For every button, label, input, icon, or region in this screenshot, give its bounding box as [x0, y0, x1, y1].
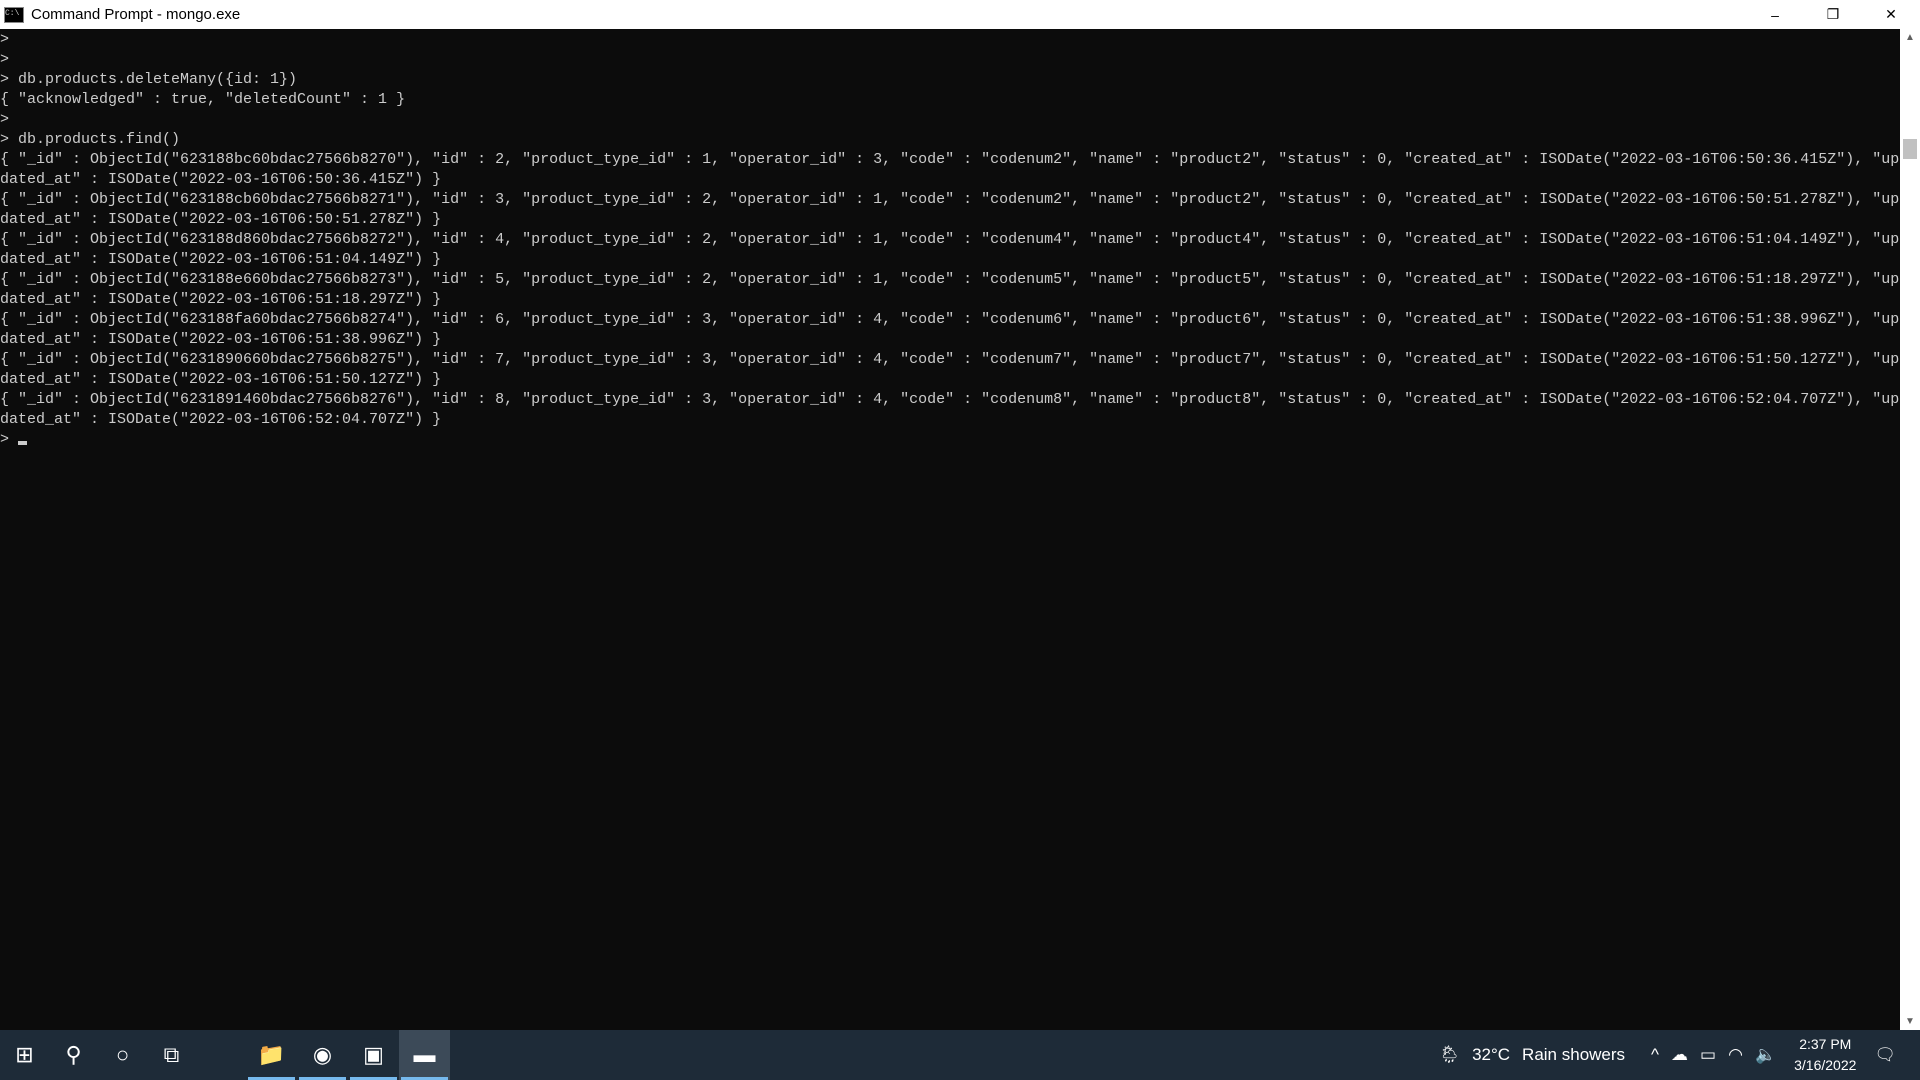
terminal-line: > — [0, 111, 10, 128]
task-view-icon: ⧉ — [163, 1042, 180, 1067]
chevron-up-icon[interactable]: ^ — [1651, 1045, 1659, 1065]
scrollbar-thumb[interactable] — [1903, 139, 1917, 159]
maximize-button[interactable]: ❐ — [1804, 0, 1862, 29]
terminal-icon: ▬ — [413, 1042, 436, 1067]
terminal-line: > — [0, 51, 10, 68]
window-icon: ▣ — [363, 1042, 384, 1067]
notification-icon[interactable]: 🗨 — [1874, 1045, 1896, 1065]
prompt-line[interactable]: > — [0, 430, 1900, 450]
prompt: > — [0, 431, 19, 448]
folder-icon: 📁 — [257, 1042, 286, 1067]
taskbar: ⊞ ⚲ ○ ⧉ 📁 ◉ ▣ ▬ 🌦 32°C Rain showers ^ ☁ ▭ ◠ 🔈 2… — [0, 1030, 1920, 1080]
weather-condition[interactable]: Rain showers — [1522, 1045, 1625, 1065]
terminal-line: dated_at" : ISODate("2022-03-16T06:51:04… — [0, 251, 442, 268]
terminal-line: { "_id" : ObjectId("623188fa60bdac27566b… — [0, 311, 1900, 328]
cortana-icon: ○ — [115, 1042, 130, 1067]
terminal-line: dated_at" : ISODate("2022-03-16T06:51:50… — [0, 371, 442, 388]
terminal-line: dated_at" : ISODate("2022-03-16T06:51:18… — [0, 291, 442, 308]
app-window-button[interactable]: ▣ — [348, 1030, 399, 1080]
cursor — [18, 441, 28, 445]
scroll-up-icon[interactable]: ▲ — [1900, 29, 1920, 46]
terminal-line: > db.products.find() — [0, 131, 181, 148]
clock-time: 2:37 PM — [1799, 1036, 1852, 1052]
windows-icon: ⊞ — [15, 1042, 34, 1067]
clock[interactable]: 2:37 PM 3/16/2022 — [1794, 1034, 1856, 1076]
search-button[interactable]: ⚲ — [49, 1030, 98, 1080]
minimize-button[interactable]: – — [1746, 0, 1804, 29]
terminal-line: { "acknowledged" : true, "deletedCount" … — [0, 91, 406, 108]
weather-icon[interactable]: 🌦 — [1438, 1045, 1460, 1065]
wifi-icon[interactable]: ◠ — [1728, 1045, 1743, 1065]
terminal-line: dated_at" : ISODate("2022-03-16T06:51:38… — [0, 331, 442, 348]
onedrive-icon[interactable]: ☁ — [1671, 1045, 1688, 1065]
terminal-line: dated_at" : ISODate("2022-03-16T06:50:36… — [0, 171, 442, 188]
command-prompt-icon: C:\ — [4, 6, 24, 23]
system-tray: 🌦 32°C Rain showers ^ ☁ ▭ ◠ 🔈 2:37 PM 3/… — [1432, 1030, 1920, 1080]
terminal-line: { "_id" : ObjectId("623188e660bdac27566b… — [0, 271, 1900, 288]
search-icon: ⚲ — [65, 1042, 82, 1067]
terminal-line: dated_at" : ISODate("2022-03-16T06:50:51… — [0, 211, 442, 228]
cortana-button[interactable]: ○ — [98, 1030, 147, 1080]
battery-icon[interactable]: ▭ — [1700, 1045, 1716, 1065]
terminal-line: { "_id" : ObjectId("6231890660bdac27566b… — [0, 351, 1900, 368]
task-view-button[interactable]: ⧉ — [147, 1030, 196, 1080]
start-button[interactable]: ⊞ — [0, 1030, 49, 1080]
command-prompt-button[interactable]: ▬ — [399, 1030, 450, 1080]
terminal-output[interactable]: > > > db.products.deleteMany({id: 1}) { "ac… — [0, 30, 1900, 1030]
terminal-line: > db.products.deleteMany({id: 1}) — [0, 71, 298, 88]
scrollbar[interactable]: ▲ ▼ — [1900, 29, 1920, 1030]
title-bar: C:\ Command Prompt - mongo.exe – ❐ ✕ — [0, 0, 1920, 29]
terminal-line: > — [0, 31, 10, 48]
terminal-line: { "_id" : ObjectId("623188d860bdac27566b… — [0, 231, 1900, 248]
clock-date: 3/16/2022 — [1794, 1057, 1857, 1073]
window-title: Command Prompt - mongo.exe — [31, 6, 241, 23]
terminal-line: { "_id" : ObjectId("623188bc60bdac27566b… — [0, 151, 1900, 168]
close-button[interactable]: ✕ — [1862, 0, 1920, 29]
volume-icon[interactable]: 🔈 — [1755, 1045, 1776, 1065]
terminal-line: { "_id" : ObjectId("6231891460bdac27566b… — [0, 391, 1900, 408]
scroll-down-icon[interactable]: ▼ — [1900, 1013, 1920, 1030]
file-explorer-button[interactable]: 📁 — [246, 1030, 297, 1080]
chrome-button[interactable]: ◉ — [297, 1030, 348, 1080]
terminal-line: dated_at" : ISODate("2022-03-16T06:52:04… — [0, 411, 442, 428]
terminal-line: { "_id" : ObjectId("623188cb60bdac27566b… — [0, 191, 1900, 208]
weather-temp[interactable]: 32°C — [1472, 1045, 1510, 1065]
chrome-icon: ◉ — [312, 1042, 333, 1067]
